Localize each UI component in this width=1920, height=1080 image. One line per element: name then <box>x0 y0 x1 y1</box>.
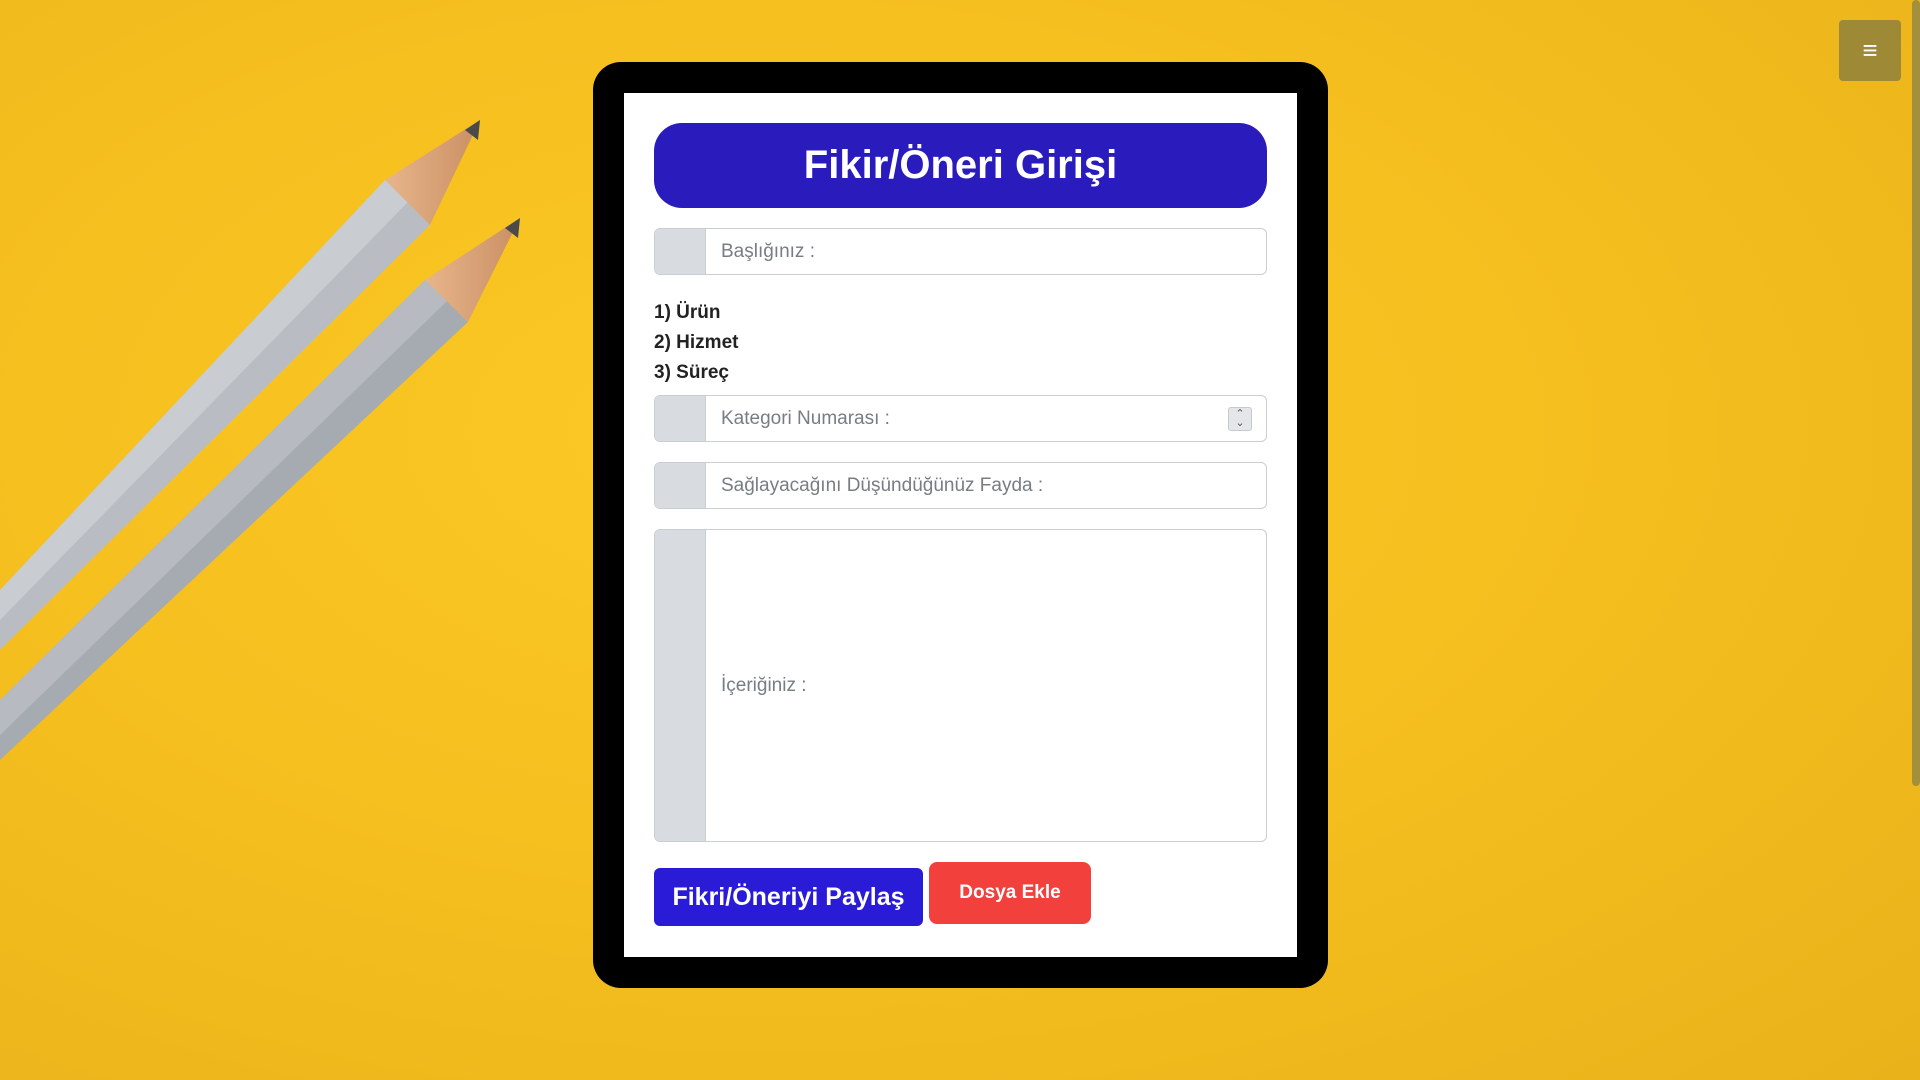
form-card: Fikir/Öneri Girişi Başlığınız : 1) Ürün … <box>624 93 1297 957</box>
category-input-addon <box>655 396 706 441</box>
form-title: Fikir/Öneri Girişi <box>654 123 1267 208</box>
number-spinner[interactable]: ⌃ ⌄ <box>1228 406 1252 431</box>
category-input-group: Kategori Numarası : ⌃ ⌄ <box>654 395 1267 442</box>
title-input-addon <box>655 229 706 274</box>
category-list: 1) Ürün 2) Hizmet 3) Süreç <box>654 298 738 388</box>
benefit-input-group: Sağlayacağını Düşündüğünüz Fayda : <box>654 462 1267 509</box>
content-textarea[interactable]: İçeriğiniz : <box>706 530 1266 841</box>
category-item-urun: 1) Ürün <box>654 302 721 323</box>
chevron-down-icon[interactable]: ⌄ <box>1235 417 1244 428</box>
category-item-surec: 3) Süreç <box>654 362 729 383</box>
content-input-addon <box>655 530 706 841</box>
share-idea-button[interactable]: Fikri/Öneriyi Paylaş <box>654 868 923 926</box>
content-input-group: İçeriğiniz : <box>654 529 1267 842</box>
pencil-1 <box>0 120 480 650</box>
title-input[interactable]: Başlığınız : <box>706 229 1266 274</box>
hamburger-menu-icon: ≡ <box>1862 35 1878 65</box>
category-number-input[interactable]: Kategori Numarası : ⌃ ⌄ <box>706 396 1266 441</box>
add-file-button[interactable]: Dosya Ekle <box>929 862 1091 924</box>
tablet-frame: Fikir/Öneri Girişi Başlığınız : 1) Ürün … <box>593 62 1328 988</box>
benefit-input-addon <box>655 463 706 508</box>
menu-button[interactable]: ≡ <box>1839 20 1901 81</box>
pencils-decoration <box>0 120 520 760</box>
category-item-hizmet: 2) Hizmet <box>654 332 739 353</box>
benefit-input[interactable]: Sağlayacağını Düşündüğünüz Fayda : <box>706 463 1266 508</box>
page-scrollbar[interactable] <box>1912 0 1920 786</box>
pencil-2 <box>0 218 520 760</box>
title-input-group: Başlığınız : <box>654 228 1267 275</box>
